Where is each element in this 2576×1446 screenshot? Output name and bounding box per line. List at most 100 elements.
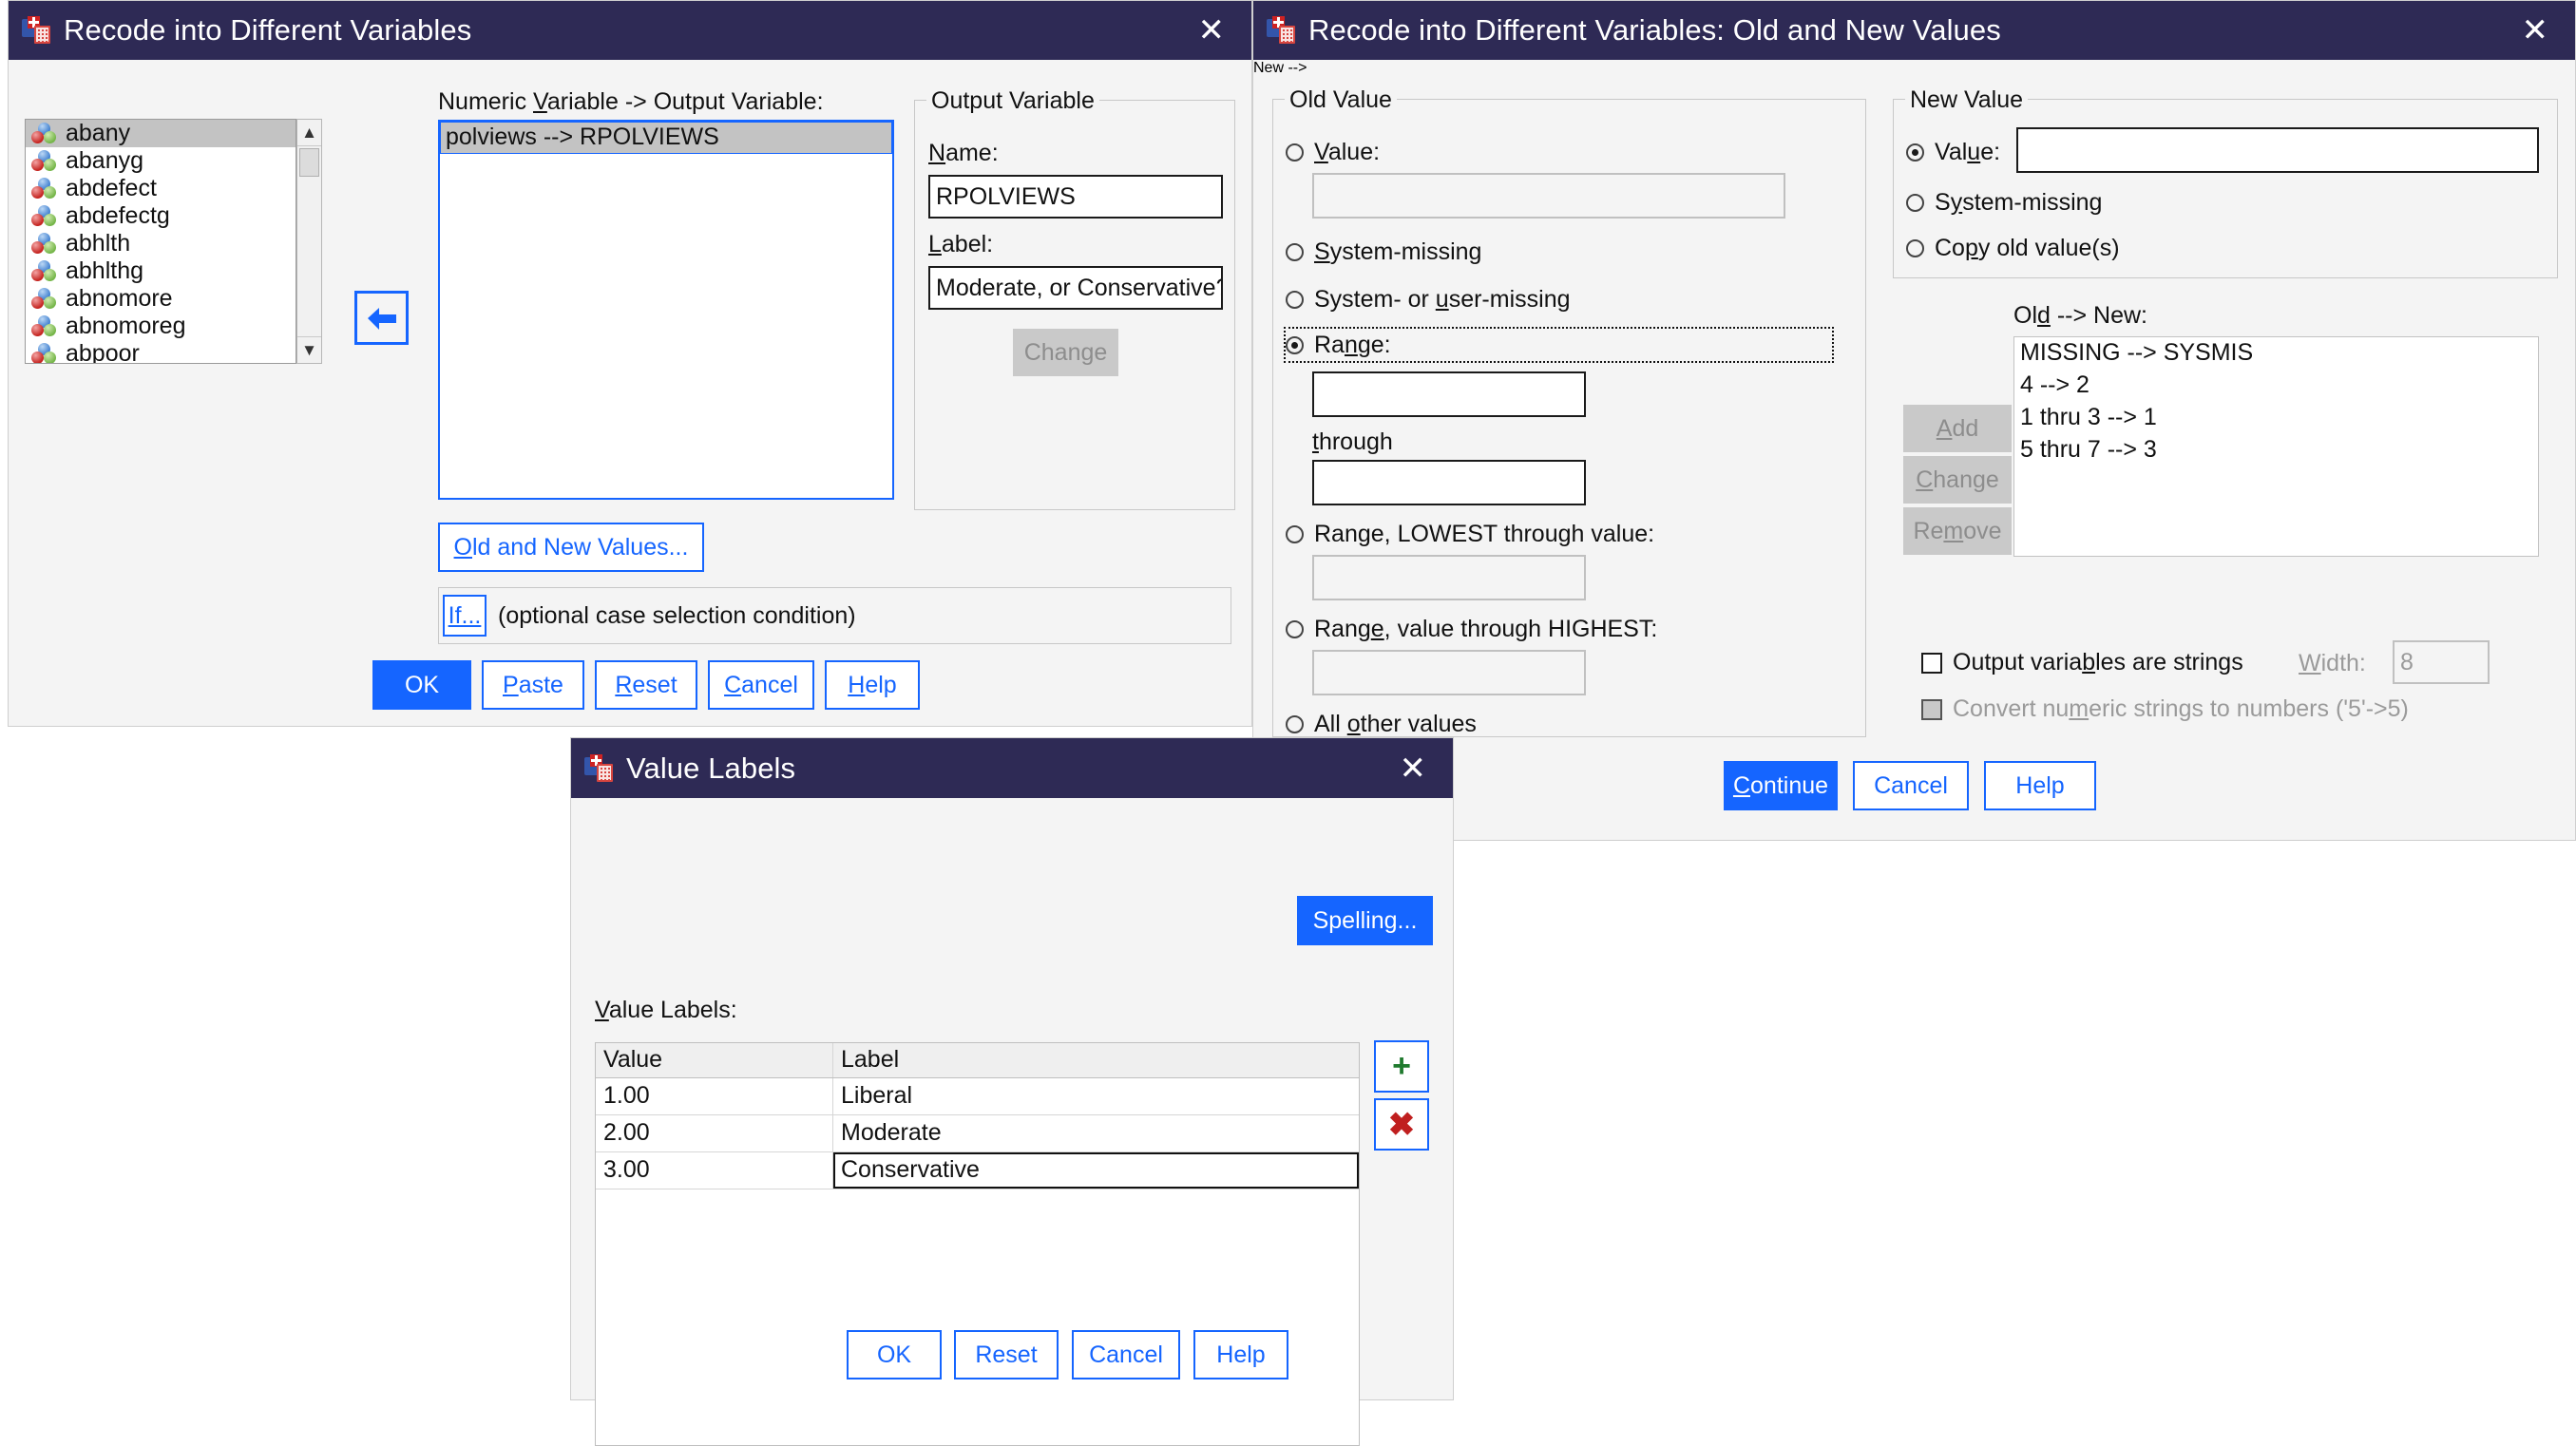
close-icon[interactable]: ✕ — [1185, 14, 1239, 47]
old-new-help-button[interactable]: Help — [1984, 761, 2096, 810]
list-item[interactable]: 5 thru 7 --> 3 — [2014, 434, 2538, 466]
ok-button[interactable]: OK — [372, 660, 471, 710]
list-item[interactable]: abdefect — [26, 175, 296, 202]
list-item[interactable]: 1 thru 3 --> 1 — [2014, 402, 2538, 434]
old-value-value-input[interactable] — [1312, 173, 1785, 219]
list-item[interactable]: abdefectg — [26, 202, 296, 230]
close-icon[interactable]: ✕ — [2509, 14, 2563, 47]
value-labels-table[interactable]: Value Label 1.00 Liberal 2.00 Moderate 3… — [595, 1042, 1360, 1446]
old-new-cancel-button[interactable]: Cancel — [1853, 761, 1969, 810]
cell-value[interactable]: 3.00 — [596, 1152, 833, 1189]
scroll-down-icon[interactable]: ▼ — [297, 336, 321, 363]
old-new-dialog-titlebar: Recode into Different Variables: Old and… — [1253, 1, 2575, 60]
spelling-button[interactable]: Spelling... — [1297, 896, 1433, 945]
output-variables-are-strings-checkbox[interactable]: Output variables are strings — [1921, 649, 2243, 676]
numeric-variable-output-list[interactable]: polviews --> RPOLVIEWS — [438, 120, 894, 500]
output-name-label: Name: — [928, 140, 999, 167]
scale-variable-icon — [31, 315, 57, 337]
radio-label: System-missing — [1935, 189, 2102, 217]
old-new-mapping-list[interactable]: MISSING --> SYSMIS 4 --> 2 1 thru 3 --> … — [2013, 336, 2539, 557]
scrollbar-thumb[interactable] — [299, 148, 319, 177]
radio-label: Copy old value(s) — [1935, 235, 2120, 262]
paste-button-label: Paste — [503, 672, 563, 699]
new-value-radio-copy-old-values[interactable]: Copy old value(s) — [1906, 235, 2120, 262]
reset-button[interactable]: Reset — [595, 660, 697, 710]
output-label-input[interactable]: Moderate, or Conservative? — [928, 266, 1223, 310]
source-variable-list[interactable]: abany abanyg abdefect abdefectg abhlth a… — [25, 119, 296, 364]
spss-app-icon — [1267, 16, 1297, 45]
close-icon[interactable]: ✕ — [1386, 752, 1441, 785]
if-hint-text: (optional case selection condition) — [498, 602, 856, 630]
change-mapping-button[interactable]: Change — [1903, 456, 2012, 504]
table-row[interactable]: 3.00 Conservative — [596, 1152, 1359, 1189]
new-value-radio-system-missing[interactable]: System-missing — [1906, 189, 2102, 217]
old-value-radio-range[interactable]: Range: — [1286, 329, 1832, 361]
add-mapping-button[interactable]: Add — [1903, 405, 2012, 452]
old-and-new-values-button[interactable]: Old and New Values... — [438, 523, 704, 572]
value-labels-ok-button[interactable]: OK — [847, 1330, 942, 1379]
old-value-radio-through-highest[interactable]: Range, value through HIGHEST: — [1286, 616, 1657, 643]
value-labels-cancel-button[interactable]: Cancel — [1072, 1330, 1180, 1379]
list-item[interactable]: abpoor — [26, 340, 296, 364]
convert-numeric-strings-checkbox[interactable]: Convert numeric strings to numbers ('5'-… — [1921, 695, 2409, 723]
if-button[interactable]: If... — [443, 595, 487, 637]
list-item[interactable]: MISSING --> SYSMIS — [2014, 337, 2538, 370]
change-button[interactable]: Change — [1013, 329, 1118, 376]
delete-value-label-button[interactable]: ✖ — [1374, 1098, 1429, 1151]
value-labels-dialog-title: Value Labels — [626, 752, 795, 786]
table-row[interactable]: 2.00 Moderate — [596, 1115, 1359, 1152]
list-item[interactable]: abnomoreg — [26, 313, 296, 340]
list-item[interactable]: abnomore — [26, 285, 296, 313]
cell-value[interactable]: 1.00 — [596, 1078, 833, 1114]
source-list-scrollbar[interactable]: ▲ ▼ — [296, 119, 322, 364]
list-item[interactable]: abany — [26, 120, 296, 147]
cell-value[interactable]: 2.00 — [596, 1115, 833, 1151]
old-value-radio-lowest-through[interactable]: Range, LOWEST through value: — [1286, 521, 1654, 548]
old-value-lowest-input[interactable] — [1312, 555, 1586, 600]
move-variable-button[interactable] — [354, 291, 409, 345]
variable-name: abhlth — [66, 230, 130, 257]
list-item[interactable]: polviews --> RPOLVIEWS — [440, 122, 892, 154]
list-item[interactable]: abanyg — [26, 147, 296, 175]
variable-name: abnomoreg — [66, 313, 185, 340]
radio-indicator — [1906, 143, 1924, 162]
checkbox-label: Output variables are strings — [1953, 649, 2243, 676]
scroll-up-icon[interactable]: ▲ — [297, 120, 321, 146]
old-value-range-to-input[interactable] — [1312, 460, 1586, 505]
help-button[interactable]: Help — [825, 660, 920, 710]
continue-button[interactable]: Continue — [1724, 761, 1838, 810]
output-name-input[interactable]: RPOLVIEWS — [928, 175, 1223, 219]
new-value-radio-value[interactable]: Value: — [1906, 139, 2000, 166]
old-value-radio-value[interactable]: Value: — [1286, 139, 1380, 166]
list-item[interactable]: abhlthg — [26, 257, 296, 285]
old-value-radio-system-missing[interactable]: System-missing — [1286, 238, 1481, 266]
add-value-label-button[interactable]: + — [1374, 1040, 1429, 1093]
table-row[interactable]: 1.00 Liberal — [596, 1078, 1359, 1115]
value-labels-label: Value Labels: — [595, 997, 737, 1024]
radio-indicator — [1286, 291, 1304, 309]
list-item[interactable]: abhlth — [26, 230, 296, 257]
list-item[interactable]: 4 --> 2 — [2014, 370, 2538, 402]
variable-name: abnomore — [66, 285, 173, 313]
new-value-value-input[interactable] — [2016, 127, 2539, 173]
width-input[interactable]: 8 — [2393, 640, 2490, 684]
old-value-range-from-input[interactable] — [1312, 371, 1586, 417]
value-labels-help-button[interactable]: Help — [1193, 1330, 1288, 1379]
value-labels-reset-button[interactable]: Reset — [954, 1330, 1059, 1379]
spss-app-icon — [22, 16, 52, 45]
old-value-group-title: Old Value — [1285, 86, 1397, 114]
cell-label-editing[interactable]: Conservative — [833, 1152, 1359, 1189]
remove-mapping-button[interactable]: Remove — [1903, 507, 2012, 555]
cancel-button[interactable]: Cancel — [708, 660, 814, 710]
checkbox-indicator — [1921, 699, 1942, 720]
paste-button[interactable]: Paste — [482, 660, 584, 710]
old-new-dialog-title: Recode into Different Variables: Old and… — [1308, 13, 2001, 48]
cell-label[interactable]: Liberal — [833, 1078, 1359, 1114]
old-value-radio-all-other-values[interactable]: All other values — [1286, 711, 1477, 738]
plus-icon: + — [1392, 1048, 1411, 1085]
cell-label[interactable]: Moderate — [833, 1115, 1359, 1151]
old-value-radio-system-or-user-missing[interactable]: System- or user-missing — [1286, 286, 1571, 314]
radio-label: System-missing — [1314, 238, 1481, 266]
reset-button-label: Reset — [615, 672, 677, 699]
old-value-highest-input[interactable] — [1312, 650, 1586, 695]
